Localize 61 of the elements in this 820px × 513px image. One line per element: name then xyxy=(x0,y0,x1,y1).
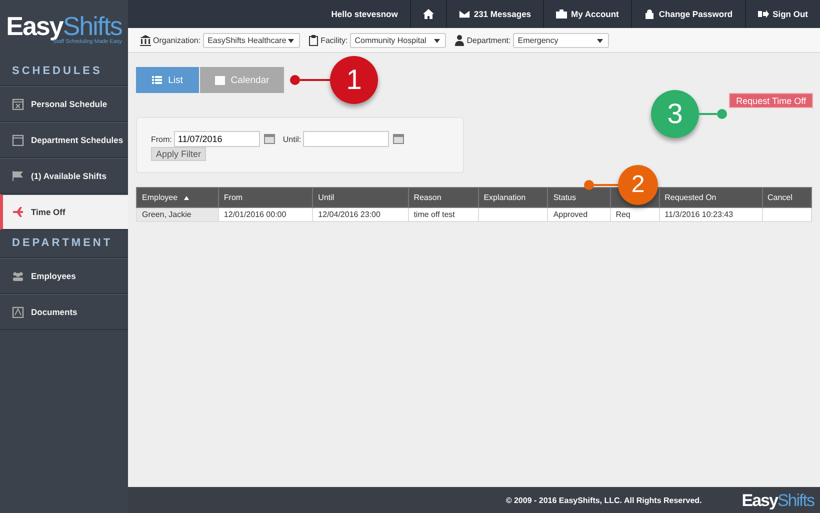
leader-line xyxy=(699,113,717,115)
flag-icon xyxy=(12,170,24,182)
caret-icon xyxy=(288,38,294,42)
table-cell: Req xyxy=(616,210,630,219)
caret-icon xyxy=(596,38,603,42)
leader-line xyxy=(300,79,330,81)
callout-number: 2 xyxy=(618,165,658,205)
dropdown[interactable]: EasyShifts Healthcare xyxy=(202,32,300,48)
section-heading: SCHEDULES xyxy=(0,58,128,86)
list-icon xyxy=(152,75,162,85)
calendar-icon[interactable] xyxy=(393,134,404,144)
table-cell: Approved xyxy=(553,210,588,219)
clipboard-icon xyxy=(308,34,319,46)
table-cell: Green, Jackie xyxy=(142,210,192,219)
dropdown[interactable]: Community Hospital xyxy=(350,32,446,48)
calendar-icon xyxy=(12,134,24,146)
person-icon xyxy=(454,34,465,46)
plane-icon xyxy=(12,206,24,218)
bank-icon xyxy=(140,34,151,46)
lock-icon xyxy=(644,9,655,19)
column-header[interactable]: Reason xyxy=(414,193,442,202)
filter-label: Facility: xyxy=(320,36,348,44)
from-label: From: xyxy=(151,134,172,144)
section-heading: DEPARTMENT xyxy=(0,230,128,258)
until-date-field[interactable] xyxy=(303,131,390,147)
calendar-icon xyxy=(214,75,225,85)
caret-icon xyxy=(434,38,440,42)
sidebar-item[interactable]: Department Schedules xyxy=(0,122,128,158)
sidebar-item[interactable]: Employees xyxy=(0,258,128,294)
sidebar-item[interactable]: Documents xyxy=(0,294,128,330)
leader-line xyxy=(594,184,618,186)
column-header[interactable]: From xyxy=(224,193,243,202)
column-header[interactable]: Until xyxy=(318,193,334,202)
sidebar-item[interactable]: Time Off xyxy=(0,194,128,230)
table-cell: 12/01/2016 00:00 xyxy=(224,210,286,219)
people-icon xyxy=(12,270,24,282)
sidebar-item[interactable]: Personal Schedule xyxy=(0,86,128,122)
table-cell: 12/04/2016 23:00 xyxy=(318,210,380,219)
footer-logo: EasyShifts xyxy=(742,492,814,508)
calendar-x-icon xyxy=(12,98,24,110)
home-icon xyxy=(422,9,434,19)
table-cell: 11/3/2016 10:23:43 xyxy=(664,210,734,219)
nav-link[interactable]: Sign Out xyxy=(746,0,820,28)
from-date-field[interactable]: 11/07/2016 xyxy=(174,131,260,147)
callout-number: 1 xyxy=(330,56,378,104)
document-icon xyxy=(12,306,24,318)
filter-label: Organization: xyxy=(153,36,201,44)
filter-label: Department: xyxy=(466,36,511,44)
copyright: © 2009 - 2016 EasyShifts, LLC. All Rights Reserved. xyxy=(506,496,702,504)
briefcase-icon xyxy=(556,9,568,19)
calendar-icon[interactable] xyxy=(264,134,275,144)
apply-filter-button[interactable]: Apply Filter xyxy=(151,147,206,161)
column-header[interactable]: Status xyxy=(553,193,576,202)
until-label: Until: xyxy=(282,134,302,144)
sort-icon xyxy=(184,196,189,200)
callout-number: 3 xyxy=(651,90,699,138)
table-cell: time off test xyxy=(414,210,455,219)
mail-icon xyxy=(458,9,470,19)
column-header[interactable]: Employee xyxy=(142,193,178,202)
dropdown[interactable]: Emergency xyxy=(512,32,609,48)
exit-icon xyxy=(758,9,769,19)
